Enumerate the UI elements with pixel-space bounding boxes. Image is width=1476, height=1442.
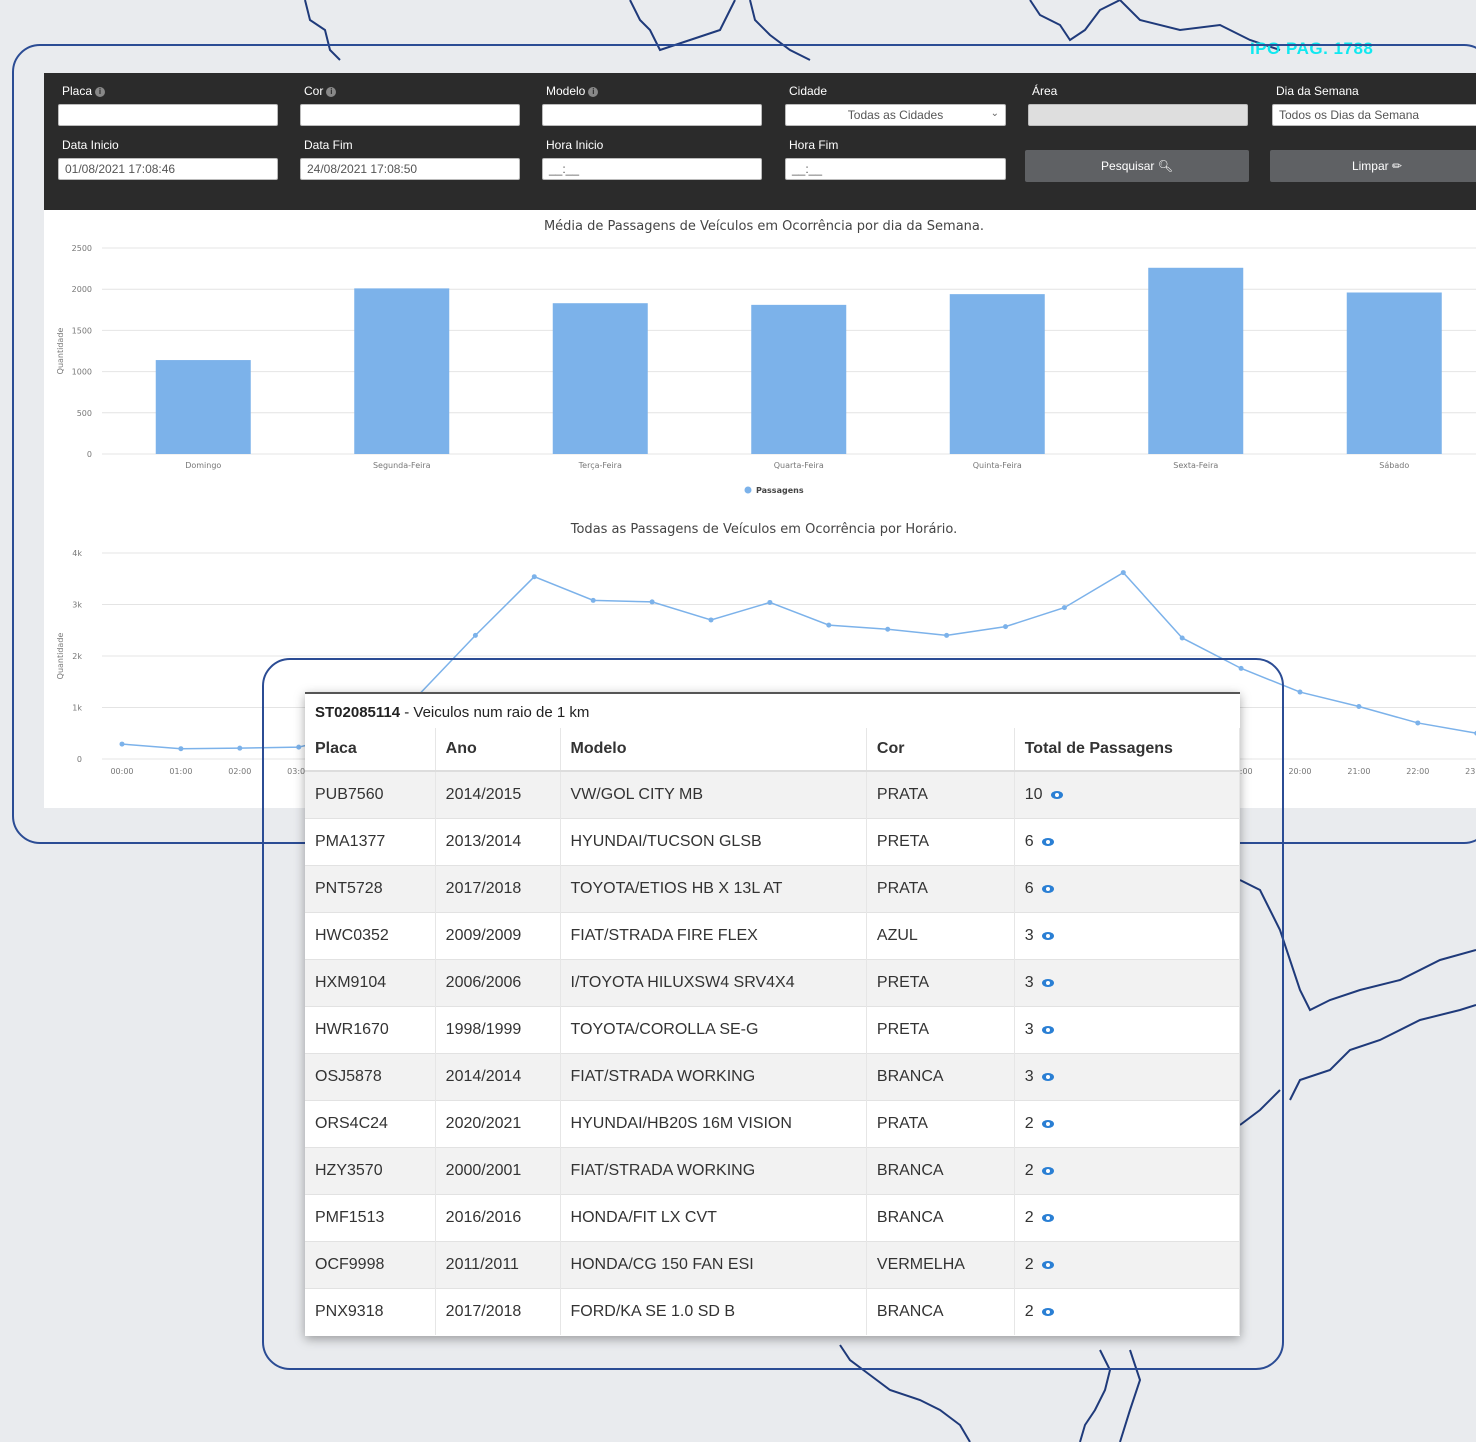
highlight-frame-table: [262, 658, 1284, 1370]
